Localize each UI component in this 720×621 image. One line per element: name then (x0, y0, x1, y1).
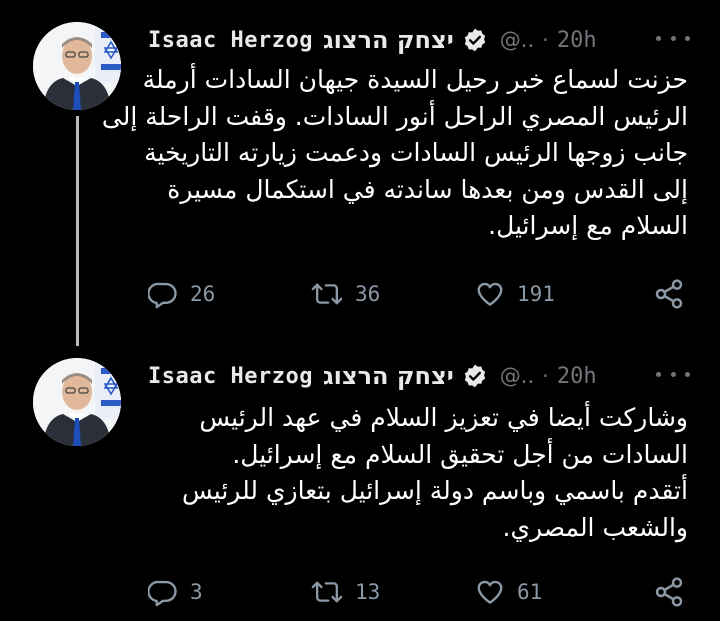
author-name[interactable]: Isaac Herzog (148, 28, 313, 53)
avatar-photo (33, 22, 121, 110)
tweet-body-line: جانب زوجها الرئيس السادات ودعمت زيارته ا… (144, 138, 688, 167)
tweet-body: وشاركت أيضا في تعزيز السلام في عهد الرئي… (148, 400, 688, 546)
heart-icon (477, 580, 503, 604)
reply-button[interactable]: 26 (148, 274, 215, 314)
tweet-actions: 3 13 61 (148, 572, 693, 612)
retweet-count: 36 (355, 282, 381, 306)
tweet-actions: 26 36 191 (148, 274, 693, 314)
retweet-icon (311, 581, 343, 603)
author-name-hebrew[interactable]: יצחק הרצוג (323, 362, 454, 390)
share-button[interactable] (653, 572, 685, 612)
tweet-body-line: الرئيس المصري الراحل أنور السادات. وقفت … (101, 101, 688, 131)
reply-count: 3 (190, 580, 203, 604)
time-separator: · (542, 364, 549, 388)
reply-icon (148, 282, 177, 309)
verified-badge-icon (464, 364, 485, 388)
reply-icon (148, 580, 177, 607)
reply-count: 26 (190, 282, 216, 306)
tweet-body-line: السادات من أجل تحقيق السلام مع إسرائيل. (232, 439, 688, 469)
tweet-body: حزنت لسماع خبر رحيل السيدة جيهان السادات… (101, 62, 688, 245)
author-name[interactable]: Isaac Herzog (148, 364, 313, 389)
tweet-body-line: وشاركت أيضا في تعزيز السلام في عهد الرئي… (199, 403, 688, 432)
share-button[interactable] (653, 274, 685, 314)
retweet-button[interactable]: 13 (311, 572, 380, 612)
tweet-body-line: إلى القدس ومن بعدها ساندته في استكمال مس… (167, 174, 688, 204)
like-count: 61 (517, 580, 543, 604)
avatar[interactable] (33, 22, 121, 110)
more-icon[interactable] (656, 26, 690, 50)
tweet[interactable]: Isaac Herzog יצחק הרצוג @.. · 20h وشاركت… (0, 340, 720, 621)
reply-button[interactable]: 3 (148, 572, 203, 612)
share-icon (655, 577, 683, 607)
thread-connector-line (76, 116, 79, 346)
author-handle[interactable]: @.. (500, 28, 534, 52)
avatar[interactable] (33, 358, 121, 446)
retweet-button[interactable]: 36 (311, 274, 380, 314)
like-button[interactable]: 61 (475, 572, 542, 612)
tweet-header: Isaac Herzog יצחק הרצוג @.. · 20h (148, 20, 690, 60)
like-count: 191 (517, 282, 555, 306)
avatar-photo (33, 358, 121, 446)
share-icon (655, 279, 683, 309)
tweet-header: Isaac Herzog יצחק הרצוג @.. · 20h (148, 356, 690, 396)
heart-icon (477, 282, 503, 306)
tweet-body-line: أتقدم باسمي وباسم دولة إسرائيل بتعازي لل… (181, 476, 688, 505)
retweet-count: 13 (355, 580, 381, 604)
more-icon[interactable] (656, 362, 690, 386)
time-separator: · (542, 28, 549, 52)
tweet-timestamp[interactable]: 20h (557, 364, 597, 389)
tweet-body-line: والشعب المصري. (502, 512, 689, 542)
tweet[interactable]: Isaac Herzog יצחק הרצוג @.. · 20h حزنت ل… (0, 0, 720, 346)
retweet-icon (311, 283, 343, 305)
verified-badge-icon (464, 28, 485, 52)
tweet-body-line: السلام مع إسرائيل. (488, 211, 688, 240)
author-handle[interactable]: @.. (500, 364, 534, 388)
tweet-body-line: حزنت لسماع خبر رحيل السيدة جيهان السادات… (142, 65, 688, 94)
tweet-timestamp[interactable]: 20h (557, 28, 597, 53)
author-name-hebrew[interactable]: יצחק הרצוג (323, 26, 454, 54)
like-button[interactable]: 191 (475, 274, 555, 314)
